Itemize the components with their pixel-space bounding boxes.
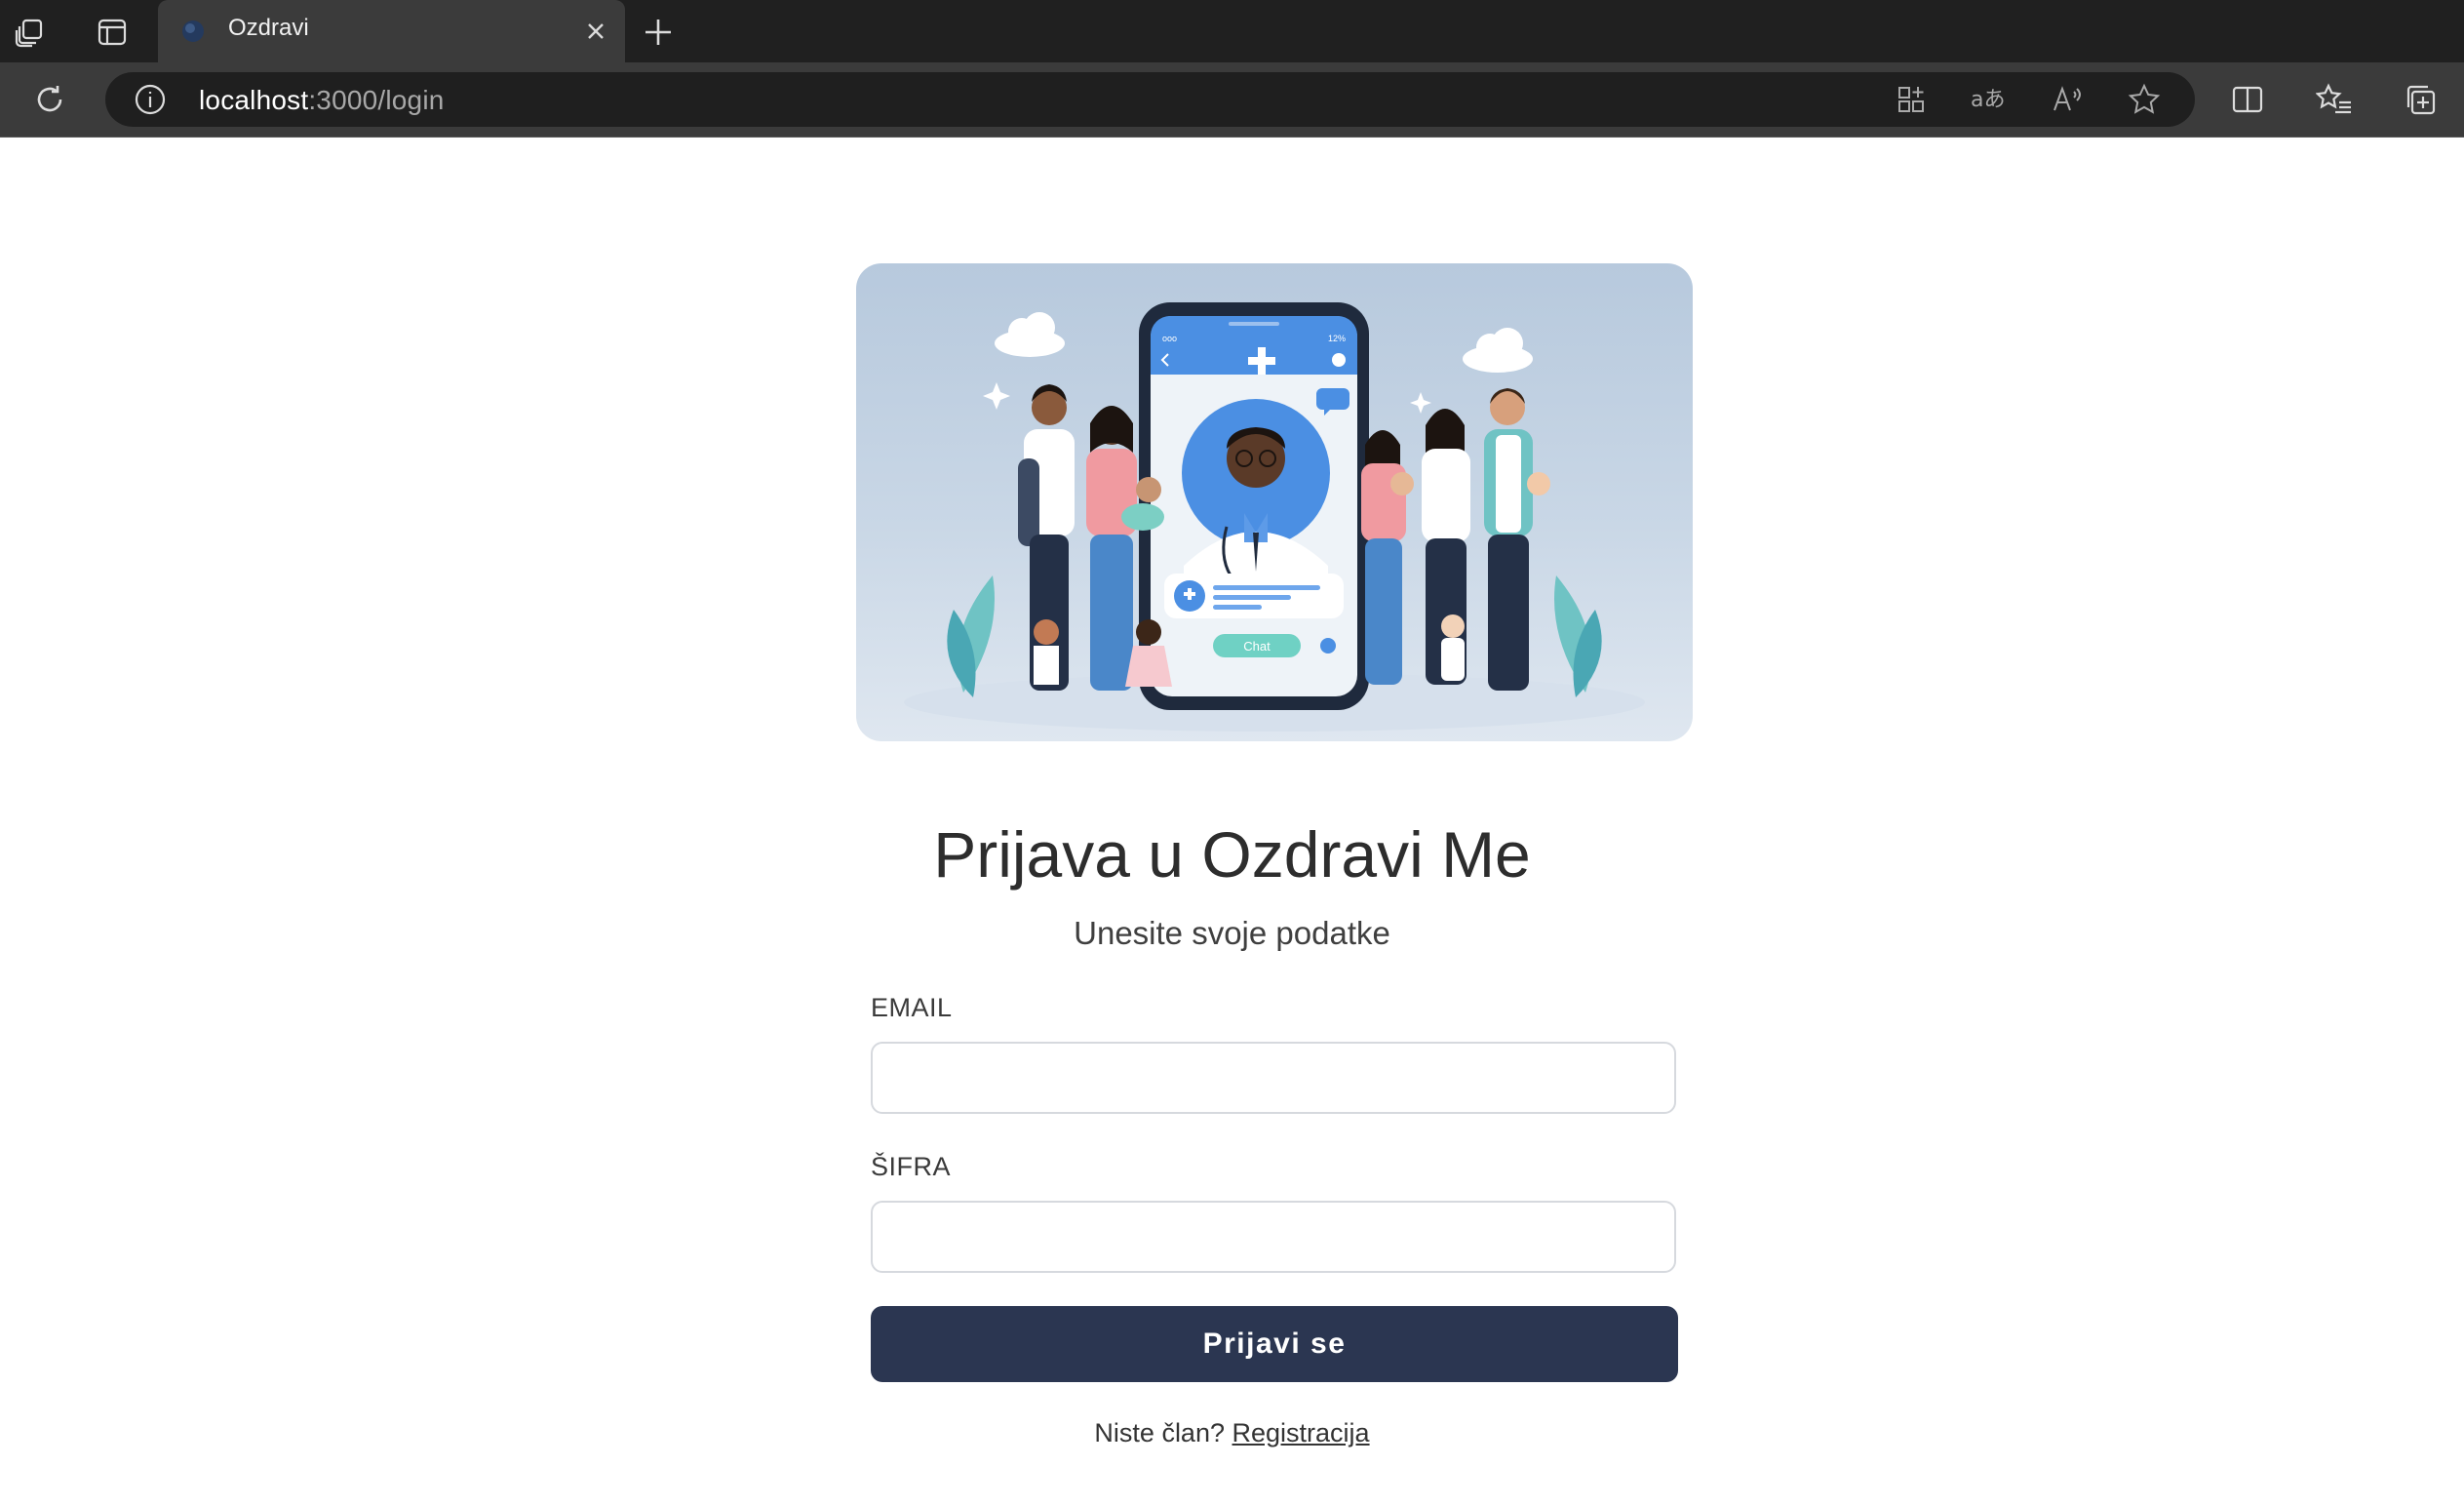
page-subtitle: Unesite svoje podatke: [1074, 915, 1390, 951]
browser-tab-bar: Ozdravi: [0, 0, 2464, 62]
collections-icon[interactable]: [2401, 81, 2440, 118]
url-text[interactable]: localhost:3000/login: [199, 85, 445, 116]
new-tab-icon[interactable]: [640, 14, 677, 51]
svg-text:aあ: aあ: [1971, 88, 2005, 112]
email-input[interactable]: [871, 1042, 1676, 1114]
favorites-icon[interactable]: [2315, 81, 2354, 118]
translate-icon[interactable]: aあ: [1970, 82, 2009, 117]
refresh-icon[interactable]: [29, 79, 70, 120]
tab-title: Ozdravi: [228, 15, 309, 41]
status-right: 12%: [1328, 334, 1346, 343]
status-left: ooo: [1162, 334, 1177, 343]
password-input[interactable]: [871, 1201, 1676, 1273]
read-aloud-icon[interactable]: [2050, 82, 2085, 117]
app-available-icon[interactable]: [1894, 82, 1929, 117]
register-prompt-text: Niste član?: [1094, 1418, 1225, 1447]
hero-illustration: Chat ooo 12%: [856, 263, 1693, 741]
tab-actions-icon[interactable]: [94, 14, 131, 51]
page-title: Prijava u Ozdravi Me: [933, 818, 1531, 891]
login-button[interactable]: Prijavi se: [871, 1306, 1678, 1382]
workspaces-icon[interactable]: [12, 14, 49, 51]
url-host: localhost: [199, 85, 309, 115]
split-screen-icon[interactable]: [2229, 81, 2266, 118]
favorite-star-icon[interactable]: [2127, 82, 2162, 117]
password-label: ŠIFRA: [871, 1152, 952, 1181]
chat-pill-label: Chat: [1243, 639, 1271, 654]
register-link[interactable]: Registracija: [1232, 1418, 1370, 1447]
url-path: :3000/login: [308, 85, 445, 115]
close-tab-icon[interactable]: [580, 16, 611, 47]
favicon-icon: [179, 18, 207, 45]
email-label: EMAIL: [871, 993, 953, 1022]
browser-tab-active[interactable]: Ozdravi: [158, 0, 625, 62]
site-info-icon[interactable]: [133, 82, 168, 117]
browser-toolbar: localhost:3000/login aあ: [0, 62, 2464, 138]
register-prompt: Niste član? Registracija: [0, 1418, 2464, 1448]
address-bar[interactable]: localhost:3000/login aあ: [105, 72, 2195, 127]
